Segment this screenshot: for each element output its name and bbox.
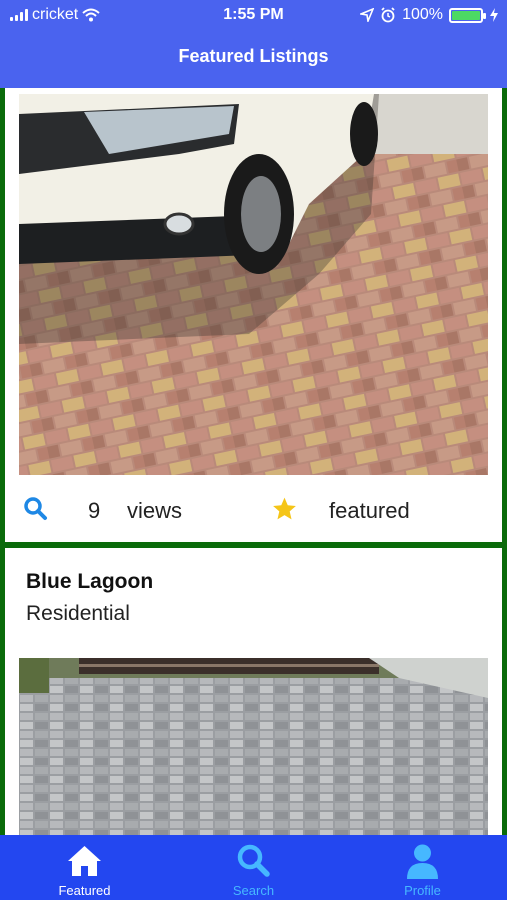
- search-icon: [24, 497, 47, 520]
- listings-scroll[interactable]: 9 views featured Blue Lagoon Residential: [0, 88, 507, 835]
- tab-label: Profile: [404, 883, 441, 898]
- tab-featured[interactable]: Featured: [0, 835, 169, 900]
- status-bar: cricket 1:55 PM 100%: [0, 0, 507, 30]
- listing-type: Residential: [26, 602, 130, 625]
- profile-icon: [407, 844, 438, 879]
- location-icon: [360, 8, 375, 22]
- featured-label: featured: [329, 498, 410, 523]
- listing-photo[interactable]: [19, 658, 488, 835]
- battery-percent: 100%: [402, 6, 443, 23]
- header: cricket 1:55 PM 100% Featured Listings: [0, 0, 507, 88]
- views-label: views: [127, 498, 183, 523]
- listing-stats: 9 views featured: [5, 488, 502, 528]
- charging-icon: [490, 8, 498, 22]
- listing-card[interactable]: Blue Lagoon Residential: [5, 548, 502, 835]
- tab-label: Featured: [58, 883, 111, 898]
- views-count: 9: [88, 498, 101, 523]
- alarm-icon: [381, 7, 395, 23]
- star-icon: [273, 497, 296, 520]
- battery-icon: [449, 7, 486, 23]
- search-icon: [237, 844, 270, 877]
- status-right: 100%: [360, 6, 499, 24]
- tab-search[interactable]: Search: [169, 835, 338, 900]
- listing-card[interactable]: 9 views featured: [5, 88, 502, 542]
- page-title: Featured Listings: [178, 46, 329, 66]
- home-icon: [68, 846, 101, 876]
- tab-label: Search: [232, 883, 275, 898]
- listing-name: Blue Lagoon: [26, 570, 154, 593]
- tab-profile[interactable]: Profile: [338, 835, 507, 900]
- tab-bar: Featured Search Profile: [0, 835, 507, 900]
- listing-photo[interactable]: [19, 94, 488, 475]
